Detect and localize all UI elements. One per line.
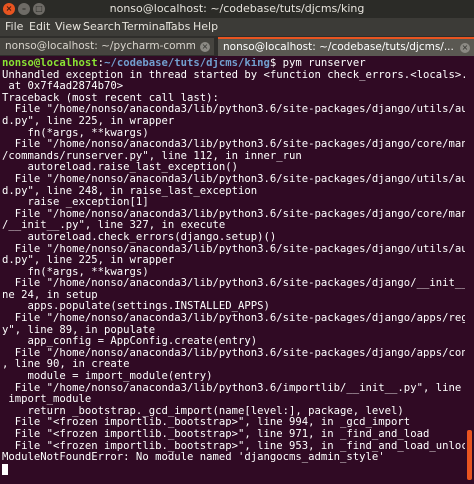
output-line: ModuleNotFoundError: No module named 'dj… bbox=[2, 451, 385, 464]
terminal-window: × – □ nonso@localhost: ~/codebase/tuts/d… bbox=[0, 0, 474, 484]
scrollbar-thumb[interactable] bbox=[467, 430, 472, 480]
output-line: d.py", line 225, in wrapper bbox=[2, 114, 175, 127]
output-line: module = import_module(entry) bbox=[2, 370, 213, 383]
output-line: raise _exception[1] bbox=[2, 196, 149, 209]
menu-help[interactable]: Help bbox=[191, 18, 220, 36]
menu-edit[interactable]: Edit bbox=[27, 18, 52, 36]
prompt-path: ~/codebase/tuts/djcms/king bbox=[104, 58, 270, 69]
prompt-line: nonso@localhost:~/codebase/tuts/djcms/ki… bbox=[2, 58, 466, 70]
output-line: autoreload.check_errors(django.setup)() bbox=[2, 230, 277, 243]
menu-terminal[interactable]: Terminal bbox=[120, 18, 171, 36]
menu-view[interactable]: View bbox=[53, 18, 83, 36]
cursor-line bbox=[2, 463, 466, 476]
output-line: File "/home/nonso/anaconda3/lib/python3.… bbox=[2, 138, 466, 151]
output-lines: Unhandled exception in thread started by… bbox=[2, 69, 466, 464]
tab-codebase-active[interactable]: nonso@localhost: ~/codebase/tuts/djcms/.… bbox=[218, 37, 474, 56]
output-line: File "/home/nonso/anaconda3/lib/python3.… bbox=[2, 312, 466, 325]
command-text: pym runserver bbox=[282, 58, 366, 69]
menu-search[interactable]: Search bbox=[81, 18, 123, 36]
prompt-end: $ bbox=[269, 58, 283, 69]
prompt-user: nonso@localhost bbox=[2, 58, 98, 69]
output-line: File "/home/nonso/anaconda3/lib/python3.… bbox=[2, 172, 466, 185]
tab-pycharm[interactable]: nonso@localhost: ~/pycharm-community-...… bbox=[0, 38, 214, 55]
output-line: d.py", line 225, in wrapper bbox=[2, 254, 175, 267]
tab-close-icon[interactable]: × bbox=[460, 43, 470, 53]
window-title: nonso@localhost: ~/codebase/tuts/djcms/k… bbox=[109, 2, 365, 15]
output-line: File "<frozen importlib._bootstrap>", li… bbox=[2, 428, 430, 440]
menu-bar: File Edit View Search Terminal Tabs Help bbox=[0, 18, 474, 36]
tab-close-icon[interactable]: × bbox=[200, 42, 210, 52]
menu-file[interactable]: File bbox=[3, 18, 25, 36]
text-cursor bbox=[2, 463, 8, 475]
tab-bar: nonso@localhost: ~/pycharm-community-...… bbox=[0, 36, 474, 56]
title-bar[interactable]: × – □ nonso@localhost: ~/codebase/tuts/d… bbox=[0, 0, 474, 18]
tab-label: nonso@localhost: ~/codebase/tuts/djcms/.… bbox=[223, 41, 454, 53]
terminal-output[interactable]: nonso@localhost:~/codebase/tuts/djcms/ki… bbox=[0, 58, 466, 484]
scrollbar[interactable] bbox=[465, 58, 474, 484]
tab-label: nonso@localhost: ~/pycharm-community-... bbox=[5, 40, 195, 52]
menu-tabs[interactable]: Tabs bbox=[164, 18, 192, 36]
